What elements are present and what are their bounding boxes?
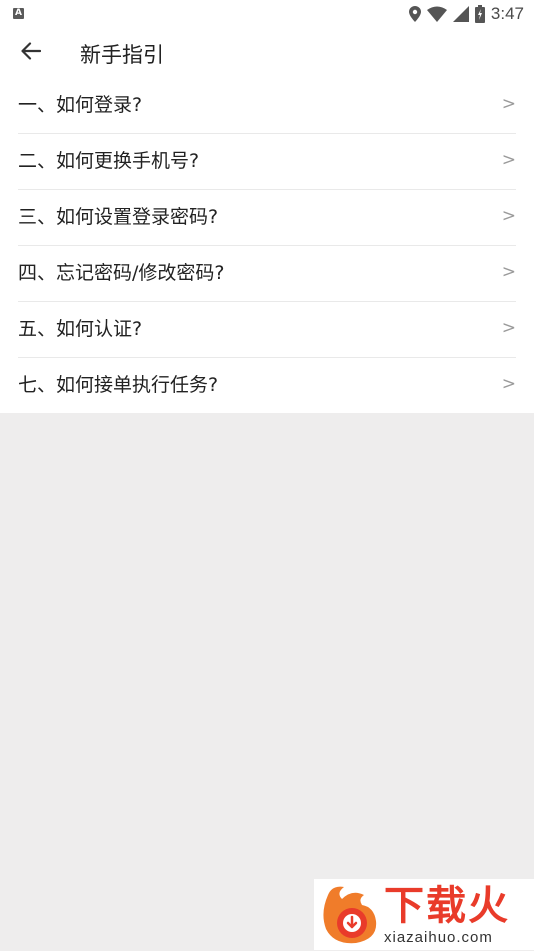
flame-logo-icon	[318, 883, 382, 951]
guide-item-label: 三、如何设置登录密码?	[18, 206, 219, 228]
chevron-right-icon: >	[501, 262, 516, 282]
guide-item-set-password[interactable]: 三、如何设置登录密码? >	[18, 190, 516, 246]
guide-item-label: 四、忘记密码/修改密码?	[18, 262, 225, 284]
page-title: 新手指引	[80, 43, 164, 67]
status-bar: A 3:47	[0, 0, 534, 28]
guide-item-label: 五、如何认证?	[18, 318, 143, 340]
guide-item-label: 二、如何更换手机号?	[18, 150, 200, 172]
guide-item-verification[interactable]: 五、如何认证? >	[18, 302, 516, 358]
guide-item-login[interactable]: 一、如何登录? >	[18, 78, 516, 134]
arrow-left-icon	[21, 42, 42, 64]
chevron-right-icon: >	[501, 318, 516, 338]
app-bar: 新手指引	[0, 28, 534, 78]
watermark: 下载火 xiazaihuo.com	[314, 879, 534, 950]
watermark-brand: 下载火	[384, 883, 510, 929]
battery-icon	[474, 5, 485, 23]
guide-item-change-phone[interactable]: 二、如何更换手机号? >	[18, 134, 516, 190]
notification-a-icon: A	[13, 8, 24, 19]
signal-icon	[452, 6, 469, 22]
guide-item-forgot-password[interactable]: 四、忘记密码/修改密码? >	[18, 246, 516, 302]
wifi-icon	[426, 6, 447, 22]
location-icon	[408, 6, 421, 22]
chevron-right-icon: >	[501, 150, 516, 170]
back-button[interactable]	[14, 36, 48, 70]
status-icons: 3:47	[408, 3, 524, 25]
chevron-right-icon: >	[501, 94, 516, 114]
watermark-url: xiazaihuo.com	[384, 929, 493, 946]
chevron-right-icon: >	[501, 206, 516, 226]
guide-item-accept-task[interactable]: 七、如何接单执行任务? >	[18, 358, 516, 413]
guide-item-label: 七、如何接单执行任务?	[18, 374, 219, 396]
guide-list: 一、如何登录? > 二、如何更换手机号? > 三、如何设置登录密码? > 四、忘…	[0, 78, 534, 413]
guide-item-label: 一、如何登录?	[18, 94, 143, 116]
status-time: 3:47	[490, 4, 524, 23]
chevron-right-icon: >	[501, 374, 516, 394]
